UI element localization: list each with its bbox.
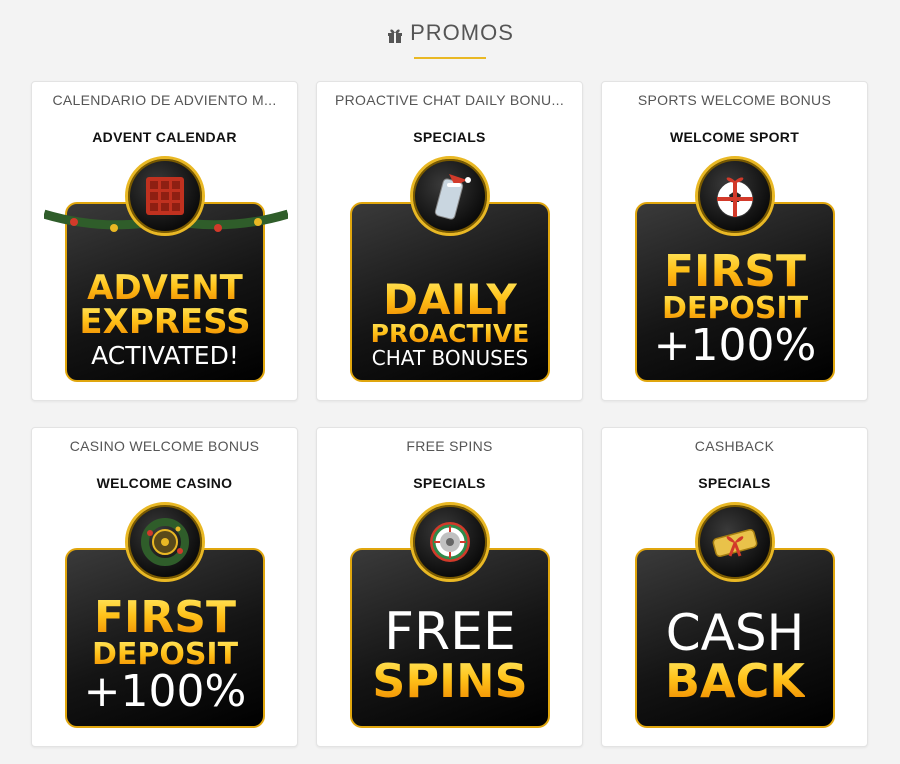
page-title: PROMOS [386, 20, 514, 46]
gift-icon [386, 24, 404, 43]
banner-line-3: +100% [653, 320, 817, 371]
promo-grid: CALENDARIO DE ADVIENTO M... ADVENT CALEN… [31, 81, 868, 747]
promo-card-title: SPORTS WELCOME BONUS [637, 92, 832, 108]
promo-card-title: CASINO WELCOME BONUS [69, 438, 260, 454]
promo-card-category: ADVENT CALENDAR [92, 129, 237, 145]
promos-header: PROMOS [0, 20, 900, 59]
banner-line-1: CASH [665, 604, 805, 662]
banner-line-3: ACTIVATED! [91, 341, 239, 370]
promo-card-advent[interactable]: CALENDARIO DE ADVIENTO M... ADVENT CALEN… [31, 81, 298, 401]
banner-line-2: BACK [664, 654, 806, 708]
banner-line-1: ADVENT [87, 268, 243, 308]
page-title-text: PROMOS [410, 20, 514, 45]
promo-card-casino-welcome[interactable]: CASINO WELCOME BONUS WELCOME CASINO FIRS… [31, 427, 298, 747]
phone-santa-hat-icon [410, 156, 490, 236]
roulette-wreath-icon [125, 502, 205, 582]
promo-card-title: CASHBACK [694, 438, 775, 454]
promo-card-category: SPECIALS [698, 475, 771, 491]
promo-card-sports-welcome[interactable]: SPORTS WELCOME BONUS WELCOME SPORT FIRST… [601, 81, 868, 401]
promo-card-category: SPECIALS [413, 475, 486, 491]
banner-line-3: CHAT BONUSES [371, 346, 529, 370]
promo-card-title: FREE SPINS [406, 438, 493, 454]
roulette-wheel-icon [410, 502, 490, 582]
banner-line-3: +100% [83, 666, 247, 717]
banner-line-1: FIRST [93, 592, 236, 643]
banner-line-1: FREE [384, 602, 516, 662]
banner-line-2: SPINS [372, 654, 528, 708]
promo-card-title: CALENDARIO DE ADVIENTO M... [52, 92, 277, 108]
title-underline [414, 57, 486, 59]
promo-card-title: PROACTIVE CHAT DAILY BONU... [334, 92, 565, 108]
advent-calendar-icon [125, 156, 205, 236]
promo-card-category: WELCOME SPORT [669, 129, 800, 145]
promo-card-proactive-chat[interactable]: PROACTIVE CHAT DAILY BONU... SPECIALS DA… [316, 81, 583, 401]
soccer-ball-gift-icon [695, 156, 775, 236]
banner-line-2: PROACTIVE [370, 319, 530, 348]
banner-line-1: FIRST [663, 246, 806, 297]
promo-card-free-spins[interactable]: FREE SPINS SPECIALS FREE SPINS [316, 427, 583, 747]
banner-line-1: DAILY [383, 275, 517, 324]
promo-card-category: WELCOME CASINO [96, 475, 233, 491]
promo-card-cashback[interactable]: CASHBACK SPECIALS CASH BACK [601, 427, 868, 747]
gold-gift-bow-icon [695, 502, 775, 582]
promo-card-category: SPECIALS [413, 129, 486, 145]
banner-line-2: EXPRESS [79, 302, 251, 342]
